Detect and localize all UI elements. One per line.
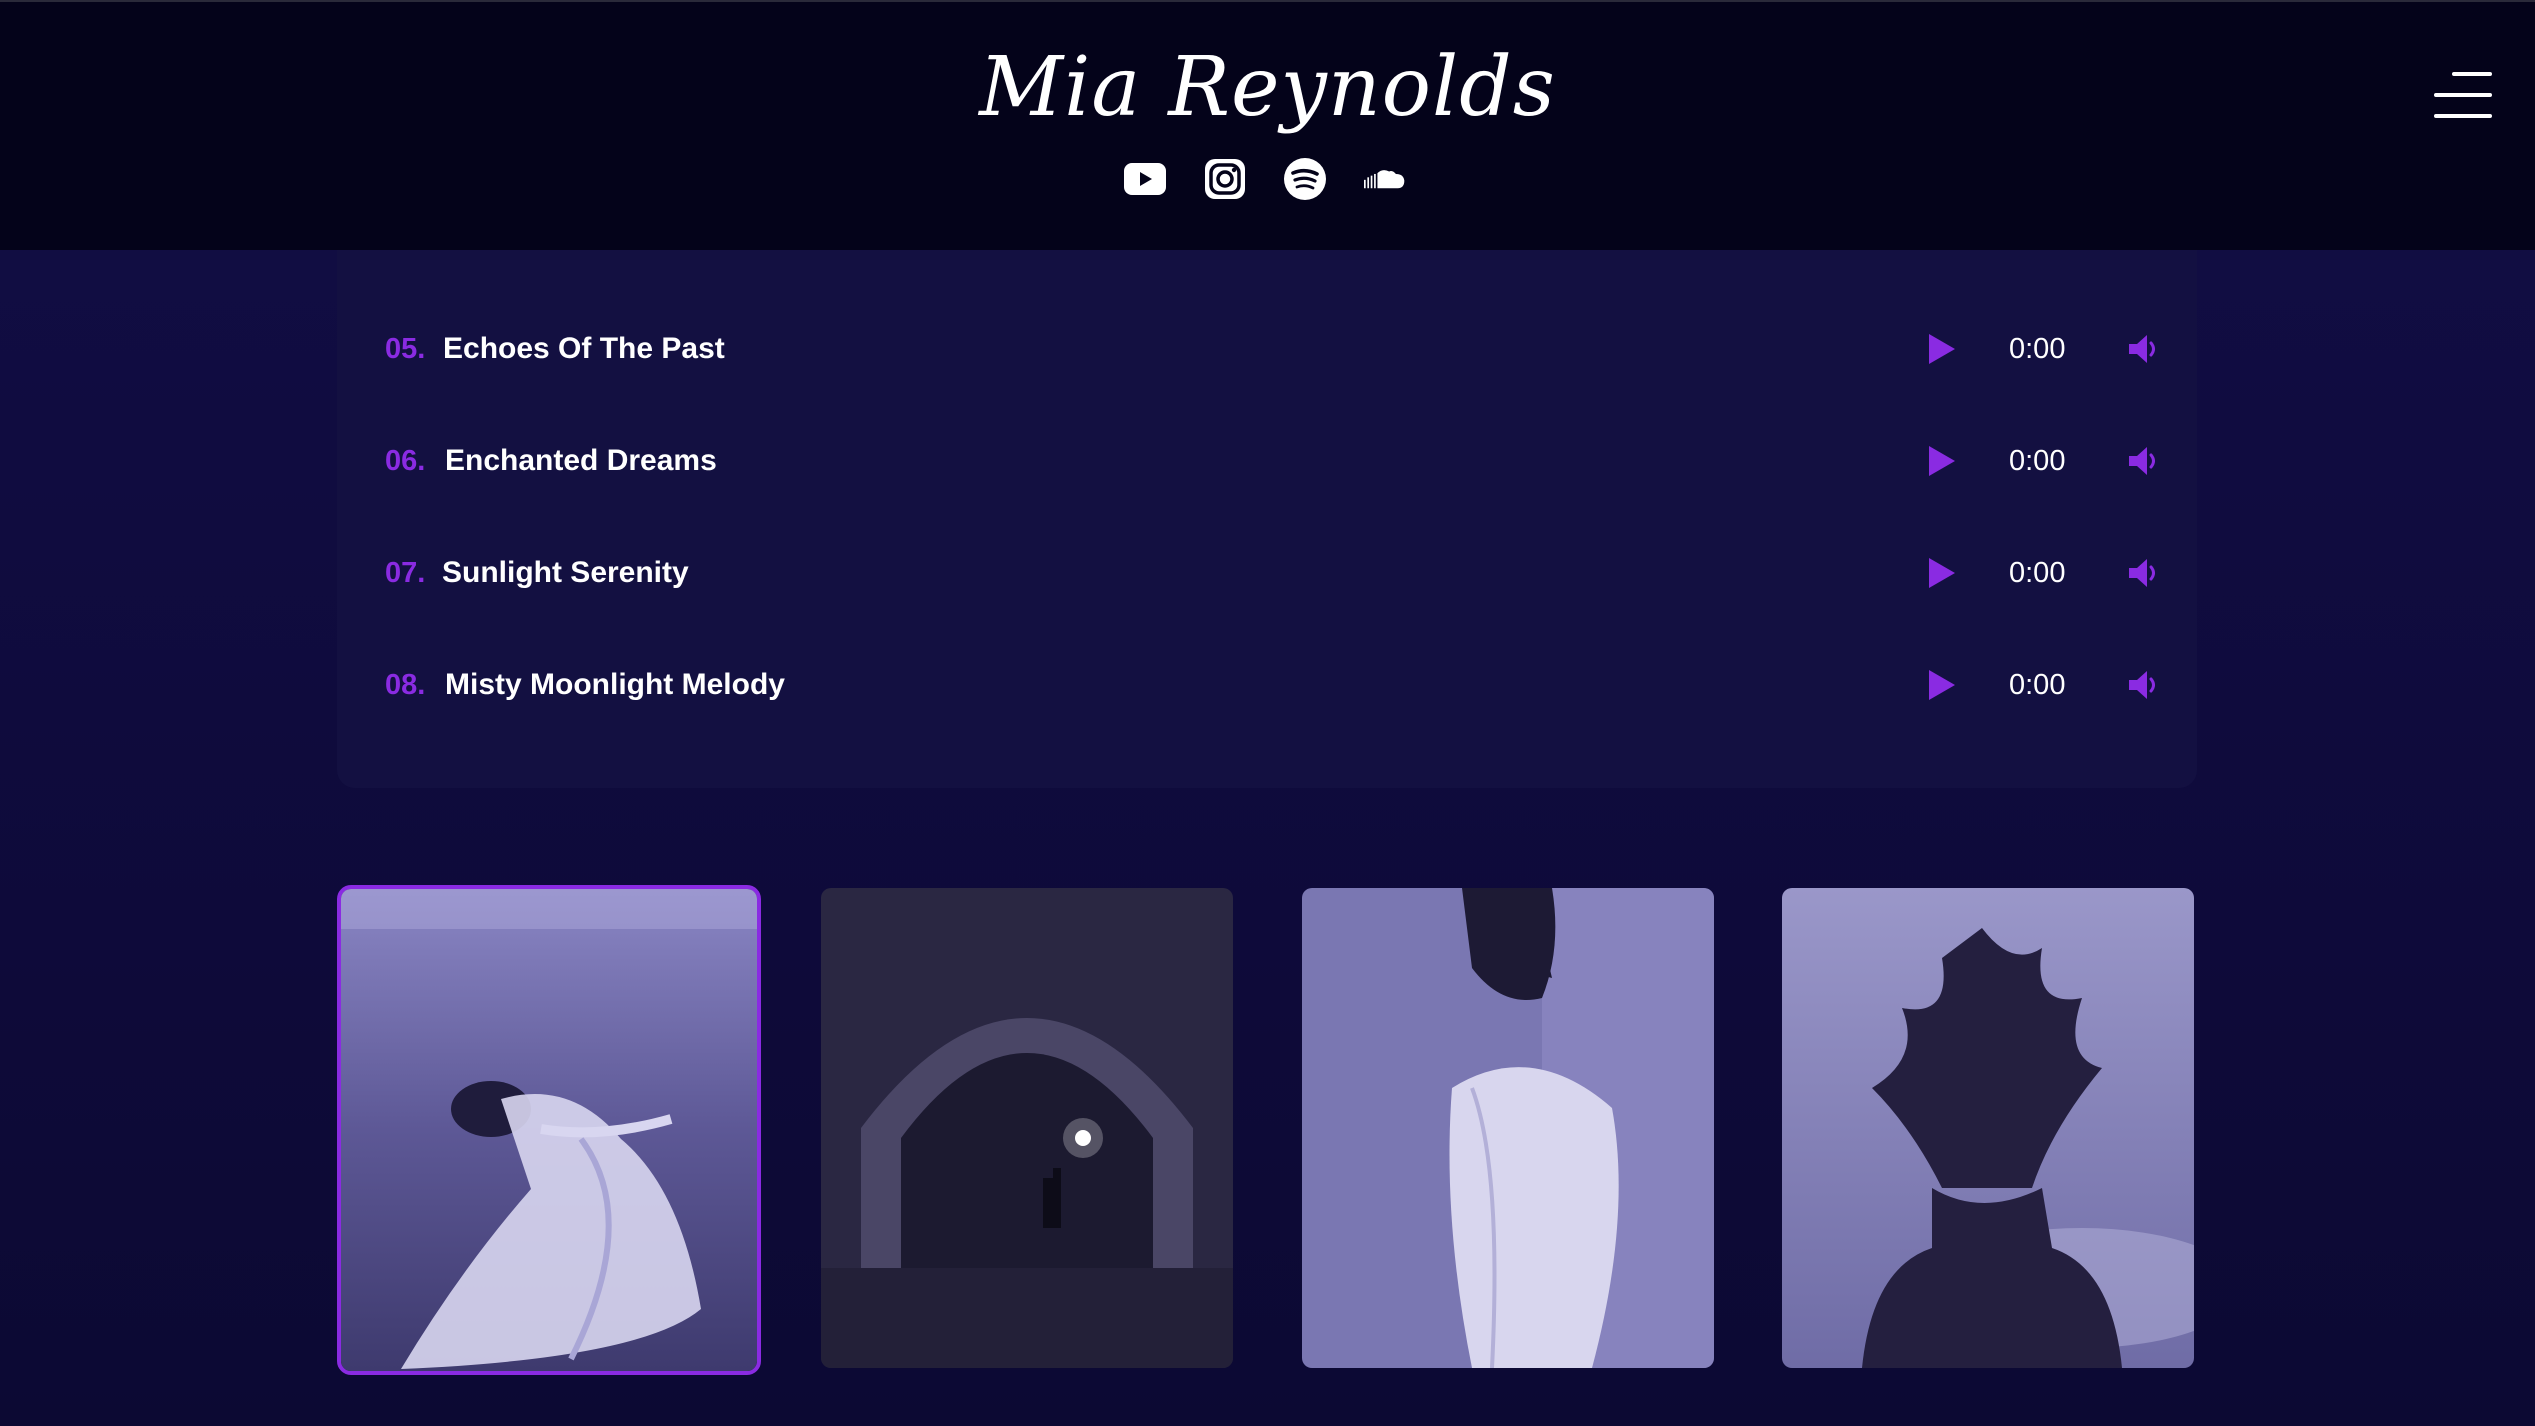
track-time: 0:00 <box>2009 332 2066 365</box>
track-number: 06. <box>385 444 426 477</box>
page: Mia Reynolds 05. Echoes Of The Past 0:00… <box>0 0 2535 1426</box>
track-row: 05. Echoes Of The Past 0:00 <box>337 309 2197 389</box>
underwater-woman-photo[interactable] <box>337 885 761 1375</box>
spotify-icon[interactable] <box>1284 158 1326 200</box>
instagram-icon[interactable] <box>1204 158 1246 200</box>
volume-icon[interactable] <box>2127 332 2161 366</box>
track-title: Misty Moonlight Melody <box>445 668 785 701</box>
track-time: 0:00 <box>2009 444 2066 477</box>
volume-icon[interactable] <box>2127 668 2161 702</box>
track-time: 0:00 <box>2009 556 2066 589</box>
flowing-hair-silhouette-photo[interactable] <box>1782 888 2194 1368</box>
track-row: 07. Sunlight Serenity 0:00 <box>337 533 2197 613</box>
hamburger-menu-icon[interactable] <box>2434 72 2492 120</box>
soundcloud-icon[interactable] <box>1364 158 1406 200</box>
track-number: 07. <box>385 556 426 589</box>
track-time: 0:00 <box>2009 668 2066 701</box>
track-number: 05. <box>385 332 426 365</box>
social-links <box>1124 158 1406 200</box>
track-number: 08. <box>385 668 426 701</box>
play-icon[interactable] <box>1927 556 1957 590</box>
track-row: 06. Enchanted Dreams 0:00 <box>337 421 2197 501</box>
track-title: Echoes Of The Past <box>443 332 725 365</box>
play-icon[interactable] <box>1927 668 1957 702</box>
site-header: Mia Reynolds <box>0 0 2535 250</box>
artist-logo[interactable]: Mia Reynolds <box>0 28 2535 148</box>
woman-white-dress-photo[interactable] <box>1302 888 1714 1368</box>
stone-arch-torch-photo[interactable] <box>821 888 1233 1368</box>
play-icon[interactable] <box>1927 444 1957 478</box>
play-icon[interactable] <box>1927 332 1957 366</box>
track-row: 08. Misty Moonlight Melody 0:00 <box>337 645 2197 725</box>
volume-icon[interactable] <box>2127 444 2161 478</box>
volume-icon[interactable] <box>2127 556 2161 590</box>
tracklist-panel: 05. Echoes Of The Past 0:00 06. Enchante… <box>337 250 2197 788</box>
track-title: Enchanted Dreams <box>445 444 717 477</box>
youtube-icon[interactable] <box>1124 158 1166 200</box>
track-title: Sunlight Serenity <box>442 556 689 589</box>
